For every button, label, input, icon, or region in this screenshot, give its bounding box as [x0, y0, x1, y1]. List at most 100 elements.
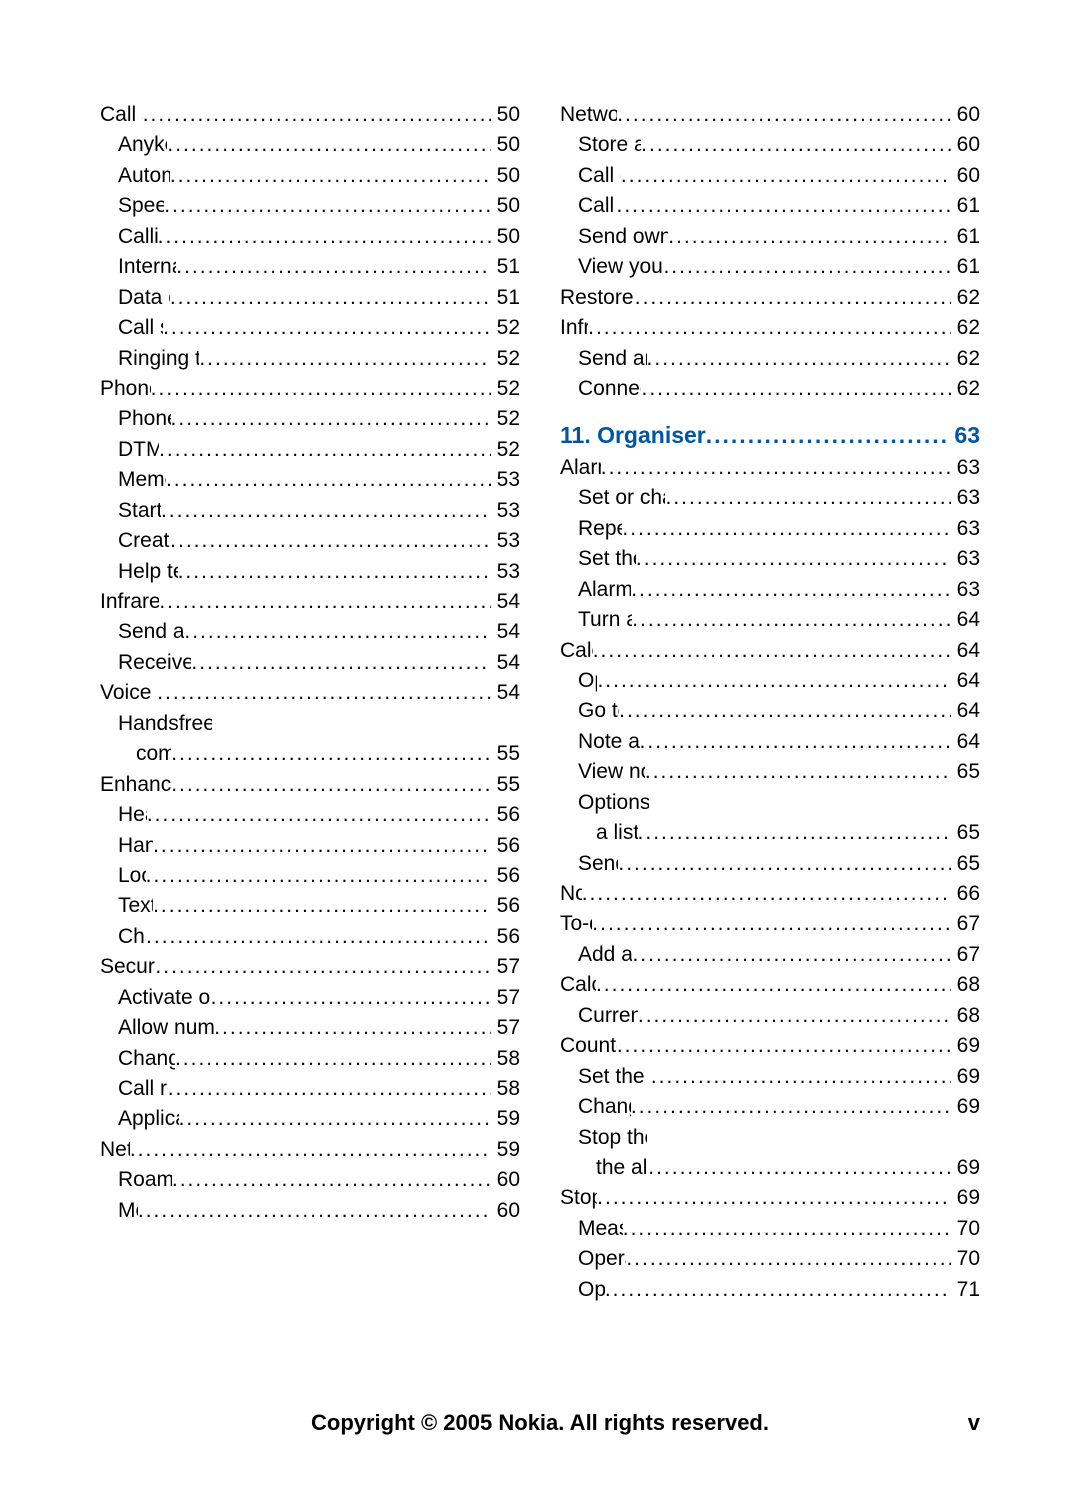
toc-entry[interactable]: Calculator68 [560, 970, 980, 1000]
toc-entry[interactable]: Start-up tone53 [100, 496, 520, 526]
toc-entry[interactable]: Receive a business card54 [100, 648, 520, 678]
toc-entry[interactable]: Connection indicator62 [560, 374, 980, 404]
toc-entry-page: 61 [951, 252, 980, 282]
toc-entry[interactable]: Network services60 [560, 100, 980, 130]
toc-entry-label: Go to a date [578, 696, 619, 726]
toc-entry[interactable]: Operation note70 [560, 1244, 980, 1274]
toc-entry[interactable]: Help text activation53 [100, 557, 520, 587]
toc-entry[interactable]: Set the alarm tone 63 [560, 544, 980, 574]
toc-entry-label: Activate or deactivate phone lock [118, 983, 211, 1013]
toc-entry[interactable]: Calendar64 [560, 636, 980, 666]
toc-entry-label: Set the alarm tone [578, 544, 636, 574]
toc-entry[interactable]: a list of notes65 [560, 818, 980, 848]
toc-entry[interactable]: Enhancement settings55 [100, 770, 520, 800]
toc-entry[interactable]: Repeat alarm63 [560, 514, 980, 544]
toc-entry-page: 70 [951, 1244, 980, 1274]
toc-entry[interactable]: View your own phone number61 [560, 252, 980, 282]
toc-entry[interactable]: Phone settings52 [100, 374, 520, 404]
toc-entry[interactable]: Ringing tone for no caller ID52 [100, 344, 520, 374]
toc-entry[interactable]: Go to a date64 [560, 696, 980, 726]
toc-entry-label: International prefix [118, 252, 176, 282]
toc-entry-page: 51 [491, 283, 520, 313]
toc-entry[interactable]: Notes66 [560, 879, 980, 909]
toc-entry[interactable]: Add a To-do note67 [560, 940, 980, 970]
toc-leader-dots [211, 983, 491, 1013]
toc-entry[interactable]: Speed dialling50 [100, 191, 520, 221]
toc-entry[interactable]: Activate or deactivate phone lock57 [100, 983, 520, 1013]
toc-entry[interactable]: Measure time70 [560, 1214, 980, 1244]
toc-leader-dots [651, 1062, 951, 1092]
toc-entry[interactable]: Open64 [560, 666, 980, 696]
toc-entry[interactable]: Send a business card54 [100, 617, 520, 647]
toc-entry[interactable]: Send own caller ID when calling61 [560, 222, 980, 252]
toc-entry[interactable]: Send a note65 [560, 849, 980, 879]
toc-entry[interactable]: Alarm conditions63 [560, 575, 980, 605]
toc-chapter-heading[interactable]: 11. Organiser63 [560, 418, 980, 453]
toc-entry[interactable]: Call summary52 [100, 313, 520, 343]
toc-entry-page: 56 [491, 800, 520, 830]
toc-entry[interactable]: Set the countdown timer69 [560, 1062, 980, 1092]
toc-entry[interactable]: Automatic redial50 [100, 161, 520, 191]
toc-entry[interactable]: Loopset56 [100, 861, 520, 891]
toc-entry[interactable]: Stopwatch69 [560, 1183, 980, 1213]
toc-entry[interactable]: Countdown timer69 [560, 1031, 980, 1061]
toc-entry-label: Add a To-do note [578, 940, 632, 970]
toc-entry[interactable]: Anykey answer50 [100, 130, 520, 160]
toc-entry[interactable]: the alarm sounds69 [560, 1153, 980, 1183]
toc-entry[interactable]: commands55 [100, 739, 520, 769]
toc-entry[interactable]: Change the time69 [560, 1092, 980, 1122]
toc-entry-label: Network [100, 1135, 130, 1165]
toc-entry-page: 63 [951, 544, 980, 574]
toc-entry[interactable]: Infrared activation54 [100, 587, 520, 617]
toc-entry[interactable]: Stop the timer before [560, 1123, 980, 1153]
toc-entry[interactable]: DTMF tones52 [100, 435, 520, 465]
toc-entry[interactable]: To-do list67 [560, 909, 980, 939]
toc-leader-dots [214, 1013, 490, 1043]
toc-leader-dots [668, 222, 950, 252]
toc-entry[interactable]: Note a specific date64 [560, 727, 980, 757]
toc-entry[interactable]: Send and receive data62 [560, 344, 980, 374]
toc-entry[interactable]: Turn an alarm off64 [560, 605, 980, 635]
toc-entry[interactable]: Headset56 [100, 800, 520, 830]
toc-entry-label: DTMF tones [118, 435, 159, 465]
toc-leader-dots [191, 648, 490, 678]
toc-entry-label: Phone language [118, 404, 171, 434]
toc-entry[interactable]: Memory status53 [100, 465, 520, 495]
toc-entry[interactable]: Call restrictions58 [100, 1074, 520, 1104]
toc-entry[interactable]: Infrared62 [560, 313, 980, 343]
toc-entry[interactable]: Store a feature code60 [560, 130, 980, 160]
toc-entry[interactable]: Create a banner53 [100, 526, 520, 556]
toc-entry[interactable]: Security settings57 [100, 952, 520, 982]
toc-entry[interactable]: View notes (day view)65 [560, 757, 980, 787]
toc-entry-page: 65 [951, 757, 980, 787]
toc-entry[interactable]: Handsfree operation with voice [100, 709, 520, 739]
toc-entry[interactable]: Options71 [560, 1275, 980, 1305]
toc-entry[interactable]: Alarm clock63 [560, 453, 980, 483]
toc-entry[interactable]: Textphone56 [100, 891, 520, 921]
toc-leader-dots [146, 922, 491, 952]
toc-entry[interactable]: Roaming options60 [100, 1165, 520, 1195]
toc-entry[interactable]: Allow numbers when phone locked57 [100, 1013, 520, 1043]
toc-entry[interactable]: Handsfree56 [100, 831, 520, 861]
copyright-text: Copyright © 2005 Nokia. All rights reser… [311, 1410, 769, 1435]
toc-entry[interactable]: Call diverting60 [560, 161, 980, 191]
toc-entry[interactable]: Options while viewing [560, 788, 980, 818]
toc-entry-page: 63 [951, 575, 980, 605]
toc-entry[interactable]: Call settings50 [100, 100, 520, 130]
toc-entry[interactable]: Voice commands54 [100, 678, 520, 708]
toc-leader-dots [159, 587, 490, 617]
toc-column-left: Call settings50Anykey answer50Automatic … [100, 100, 520, 1305]
toc-entry[interactable]: Application settings59 [100, 1104, 520, 1134]
toc-entry[interactable]: Change lock code58 [100, 1044, 520, 1074]
toc-entry[interactable]: Mode60 [100, 1196, 520, 1226]
toc-entry[interactable]: Restore factory settings62 [560, 283, 980, 313]
toc-entry[interactable]: Charger56 [100, 922, 520, 952]
toc-entry[interactable]: International prefix51 [100, 252, 520, 282]
toc-entry[interactable]: Currency converter68 [560, 1001, 980, 1031]
toc-entry[interactable]: Network59 [100, 1135, 520, 1165]
toc-entry[interactable]: Call waiting61 [560, 191, 980, 221]
toc-entry[interactable]: Set or change an alarm setting63 [560, 483, 980, 513]
toc-entry[interactable]: Data or fax calls51 [100, 283, 520, 313]
toc-entry[interactable]: Phone language52 [100, 404, 520, 434]
toc-entry[interactable]: Calling card50 [100, 222, 520, 252]
